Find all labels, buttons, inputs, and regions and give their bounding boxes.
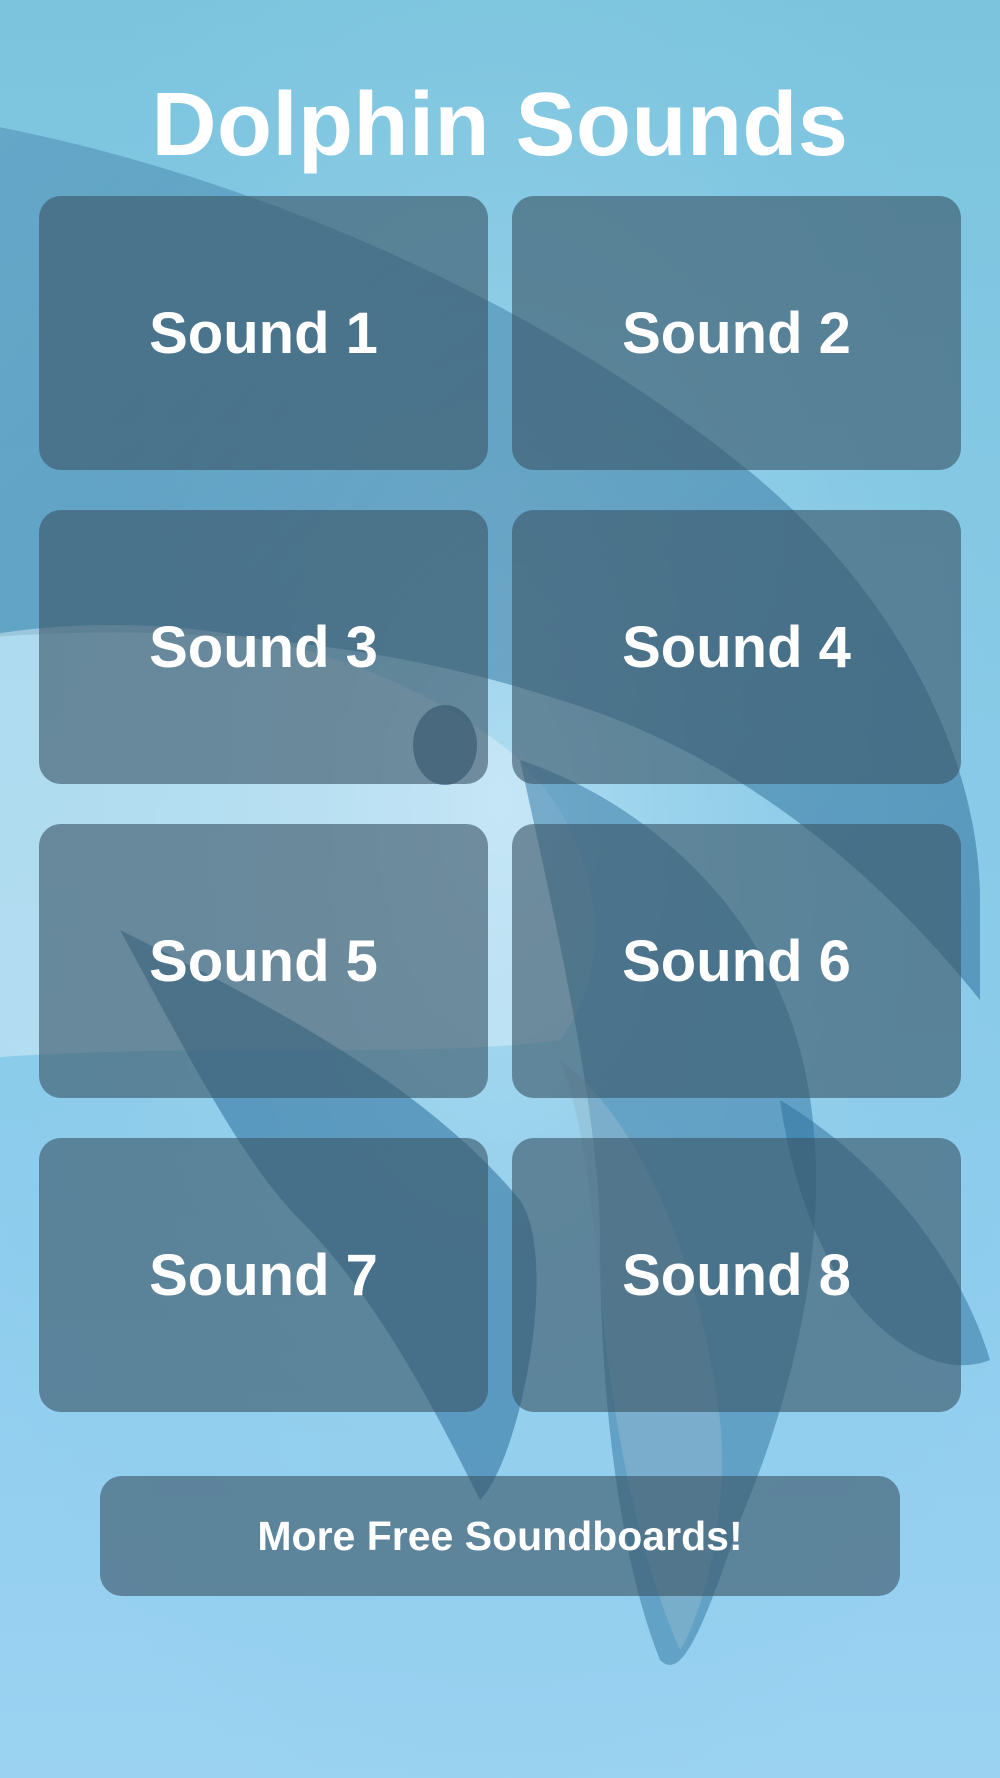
sound-5-button[interactable]: Sound 5 xyxy=(39,824,488,1098)
sound-7-button[interactable]: Sound 7 xyxy=(39,1138,488,1412)
more-soundboards-button[interactable]: More Free Soundboards! xyxy=(100,1476,900,1596)
sound-2-button[interactable]: Sound 2 xyxy=(512,196,961,470)
sound-button-grid: Sound 1 Sound 2 Sound 3 Sound 4 Sound 5 … xyxy=(39,196,961,1412)
app-screen: Dolphin Sounds Sound 1 Sound 2 Sound 3 S… xyxy=(0,0,1000,1778)
sound-3-button[interactable]: Sound 3 xyxy=(39,510,488,784)
sound-8-button[interactable]: Sound 8 xyxy=(512,1138,961,1412)
sound-6-button[interactable]: Sound 6 xyxy=(512,824,961,1098)
sound-4-button[interactable]: Sound 4 xyxy=(512,510,961,784)
sound-1-button[interactable]: Sound 1 xyxy=(39,196,488,470)
page-title: Dolphin Sounds xyxy=(151,75,849,175)
